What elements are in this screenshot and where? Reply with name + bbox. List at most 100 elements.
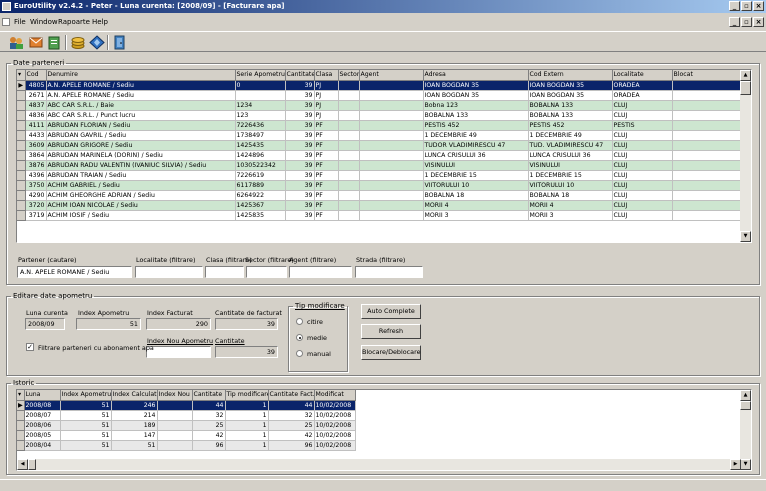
table-cell[interactable]: 3719 — [25, 210, 47, 221]
table-cell[interactable]: 1425835 — [235, 210, 286, 221]
table-row[interactable]: 3864 ABRUDAN MARINELA (DORIN) / Sediu 1424… — [17, 150, 743, 161]
table-cell[interactable]: ABRUDAN GAVRIL / Sediu — [46, 130, 236, 141]
table-cell[interactable]: VISINULUI — [423, 160, 529, 171]
row-indicator[interactable]: ▶ — [17, 400, 25, 411]
table-cell[interactable]: 6117889 — [235, 180, 286, 191]
row-indicator[interactable] — [17, 120, 26, 131]
table-cell[interactable]: ABRUDAN FLORIAN / Sediu — [46, 120, 236, 131]
column-header[interactable]: Cantitate Fact. — [268, 390, 315, 401]
table-cell[interactable] — [672, 160, 743, 171]
row-indicator[interactable] — [17, 420, 25, 431]
row-indicator[interactable] — [17, 200, 26, 211]
table-cell[interactable]: 51 — [60, 440, 112, 451]
table-row[interactable]: 3750 ACHIM GABRIEL / Sediu 6117889 39 PF VIIT… — [17, 180, 743, 191]
filtrare-abonament-checkbox[interactable]: ✓ — [26, 343, 34, 351]
table-cell[interactable] — [338, 140, 360, 151]
table-cell[interactable] — [359, 210, 424, 221]
table-cell[interactable]: 51 — [60, 420, 112, 431]
table-cell[interactable]: 1424896 — [235, 150, 286, 161]
table-cell[interactable]: 7226436 — [235, 120, 286, 131]
table-cell[interactable] — [359, 80, 424, 91]
table-cell[interactable]: 51 — [111, 440, 158, 451]
table-cell[interactable] — [359, 120, 424, 131]
table-row[interactable]: 2008/07 51 214 32 1 32 10/02/2008 — [17, 410, 356, 421]
table-cell[interactable]: 3876 — [25, 160, 47, 171]
child-restore-button[interactable]: ▫ — [741, 17, 752, 27]
report-icon[interactable] — [46, 35, 62, 50]
column-header[interactable]: Serie Apometru — [235, 70, 286, 81]
column-header[interactable]: Adresa — [423, 70, 529, 81]
table-cell[interactable]: 39 — [285, 110, 315, 121]
table-cell[interactable]: 39 — [285, 130, 315, 141]
scroll-up-button[interactable]: ▲ — [740, 390, 751, 401]
table-cell[interactable] — [338, 170, 360, 181]
table-cell[interactable]: 39 — [285, 190, 315, 201]
table-cell[interactable]: 32 — [268, 410, 315, 421]
table-cell[interactable]: ACHIM IOAN NICOLAE / Sediu — [46, 200, 236, 211]
row-indicator[interactable] — [17, 110, 26, 121]
table-cell[interactable]: PJ — [314, 100, 339, 111]
table-cell[interactable] — [338, 80, 360, 91]
table-cell[interactable] — [338, 150, 360, 161]
table-cell[interactable]: 1 — [225, 400, 269, 411]
row-indicator[interactable] — [17, 430, 25, 441]
users-icon[interactable] — [8, 35, 24, 50]
table-cell[interactable]: PF — [314, 190, 339, 201]
table-cell[interactable]: PF — [314, 120, 339, 131]
exit-door-icon[interactable] — [112, 35, 128, 50]
column-header[interactable]: Index Nou — [157, 390, 193, 401]
table-cell[interactable] — [672, 120, 743, 131]
sector-filtrare-input[interactable] — [246, 266, 287, 278]
table-cell[interactable]: ABRUDAN GRIGORE / Sediu — [46, 140, 236, 151]
table-cell[interactable] — [672, 130, 743, 141]
partener-cautare-input[interactable]: A.N. APELE ROMANE / Sediu — [17, 266, 132, 278]
row-indicator[interactable] — [17, 440, 25, 451]
column-header[interactable]: Luna — [24, 390, 61, 401]
maximize-button[interactable]: ▫ — [741, 1, 752, 11]
table-row[interactable]: 4433 ABRUDAN GAVRIL / Sediu 1738497 39 PF 1 D… — [17, 130, 743, 141]
table-cell[interactable]: 2008/04 — [24, 440, 61, 451]
table-cell[interactable] — [359, 170, 424, 181]
table-cell[interactable]: 39 — [285, 210, 315, 221]
column-header[interactable]: Agent — [359, 70, 424, 81]
table-cell[interactable]: 51 — [60, 430, 112, 441]
table-cell[interactable]: 3609 — [25, 140, 47, 151]
table-cell[interactable]: 39 — [285, 180, 315, 191]
table-cell[interactable] — [359, 180, 424, 191]
table-cell[interactable]: PJ — [314, 90, 339, 101]
table-row[interactable]: 3720 ACHIM IOAN NICOLAE / Sediu 1425367 39 P… — [17, 200, 743, 211]
hscroll-thumb[interactable] — [28, 459, 36, 470]
parteneri-vscroll[interactable]: ▲ ▼ — [740, 70, 751, 242]
table-cell[interactable]: CLUJ — [612, 150, 673, 161]
menu-window[interactable]: Window — [30, 16, 58, 28]
table-cell[interactable]: A.N. APELE ROMANE / Sediu — [46, 80, 236, 91]
table-cell[interactable]: ABC CAR S.R.L. / Punct lucru — [46, 110, 236, 121]
table-cell[interactable]: ORADEA — [612, 90, 673, 101]
table-cell[interactable]: 4805 — [25, 80, 47, 91]
table-row[interactable]: 4111 ABRUDAN FLORIAN / Sediu 7226436 39 PF PE… — [17, 120, 743, 131]
table-cell[interactable]: CLUJ — [612, 140, 673, 151]
table-cell[interactable]: 1 DECEMBRIE 49 — [528, 130, 613, 141]
table-cell[interactable] — [359, 110, 424, 121]
table-cell[interactable]: 39 — [285, 160, 315, 171]
localitate-filtrare-input[interactable] — [135, 266, 203, 278]
row-indicator[interactable] — [17, 130, 26, 141]
table-cell[interactable]: CLUJ — [612, 110, 673, 121]
table-cell[interactable] — [338, 210, 360, 221]
table-row[interactable]: 2008/04 51 51 96 1 96 10/02/2008 — [17, 440, 356, 451]
table-cell[interactable]: 25 — [268, 420, 315, 431]
table-row[interactable]: 2008/05 51 147 42 1 42 10/02/2008 — [17, 430, 356, 441]
table-cell[interactable]: VIITORULUI 10 — [423, 180, 529, 191]
table-cell[interactable]: ABRUDAN MARINELA (DORIN) / Sediu — [46, 150, 236, 161]
table-cell[interactable]: 214 — [111, 410, 158, 421]
minimize-button[interactable]: _ — [729, 1, 740, 11]
table-cell[interactable]: LUNCA CRISULUI 36 — [423, 150, 529, 161]
table-cell[interactable]: ACHIM GHEORGHE ADRIAN / Sediu — [46, 190, 236, 201]
table-cell[interactable]: 1234 — [235, 100, 286, 111]
table-cell[interactable]: 3750 — [25, 180, 47, 191]
table-cell[interactable]: 4290 — [25, 190, 47, 201]
scroll-up-button[interactable]: ▲ — [740, 70, 751, 81]
table-cell[interactable]: 1 — [225, 440, 269, 451]
table-cell[interactable]: MORII 3 — [423, 210, 529, 221]
table-cell[interactable]: BOBALNA 18 — [528, 190, 613, 201]
